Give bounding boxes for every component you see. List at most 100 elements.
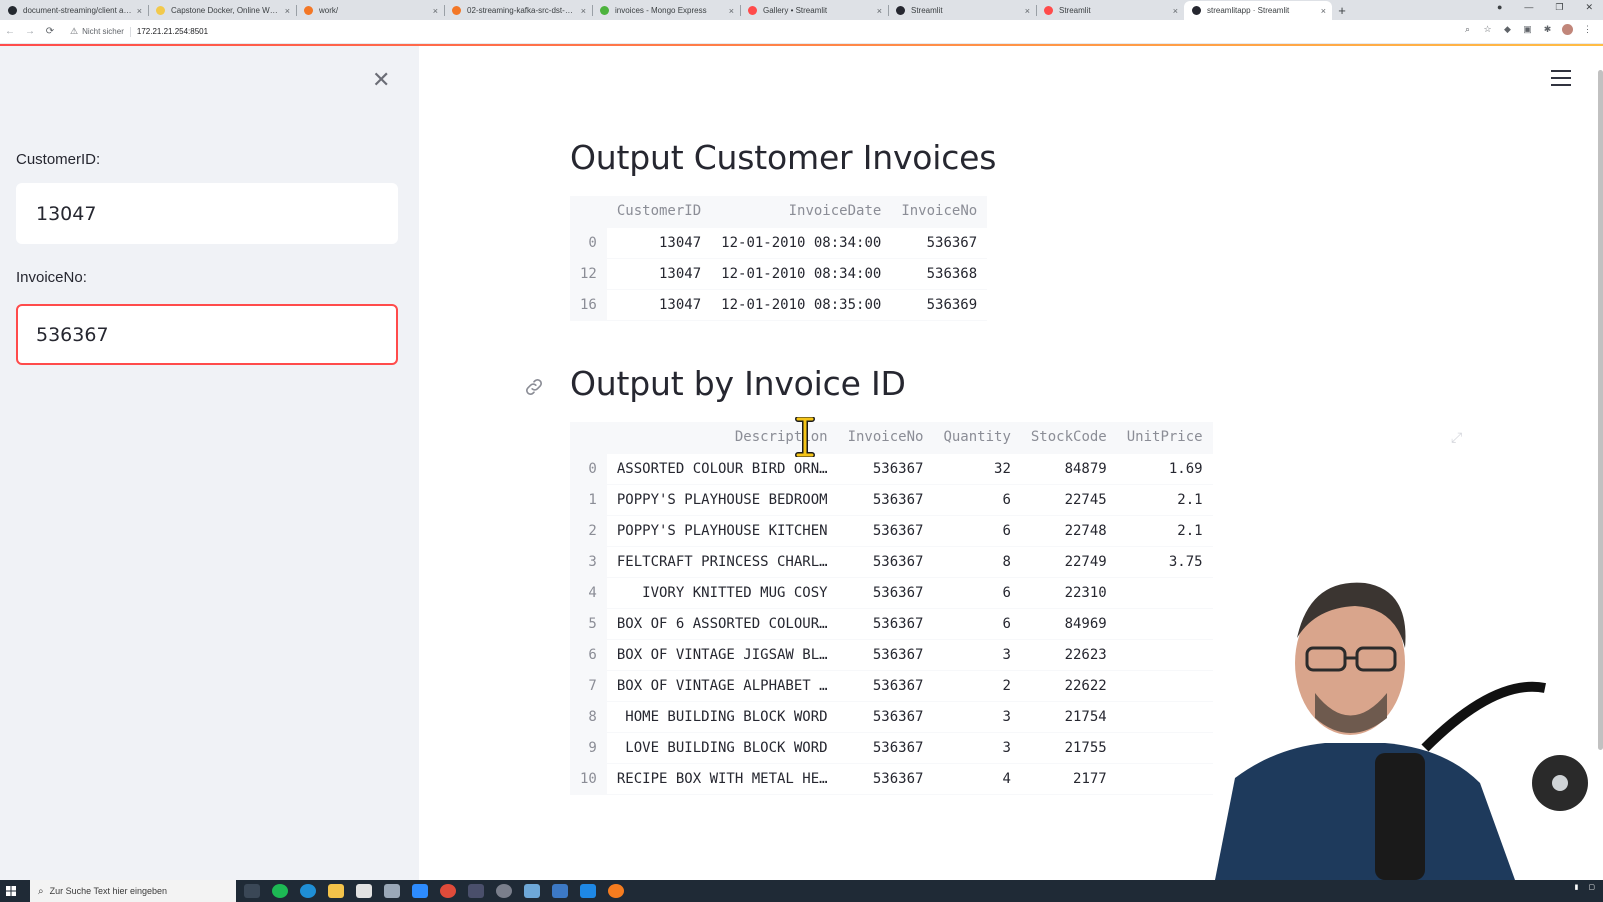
maximize-icon[interactable]: ❐ (1555, 2, 1563, 13)
table-cell[interactable]: BOX OF 6 ASSORTED COLOUR… (607, 608, 838, 639)
table-cell[interactable]: 536367 (838, 670, 934, 701)
powershell-icon[interactable] (552, 884, 568, 898)
terminal-icon[interactable] (468, 884, 484, 898)
table-cell[interactable]: FELTCRAFT PRINCESS CHARL… (607, 546, 838, 577)
table-cell[interactable]: 12-01-2010 08:34:00 (711, 258, 891, 289)
table-cell[interactable]: 84969 (1021, 608, 1117, 639)
table-cell[interactable]: 536367 (838, 608, 934, 639)
not-secure-label[interactable]: Nicht sicher (82, 27, 124, 36)
table-cell[interactable]: 22748 (1021, 515, 1117, 546)
table-row[interactable]: 1 POPPY'S PLAYHOUSE BEDROOM 536367 6 22745 2.… (570, 484, 1213, 515)
table-cell[interactable] (1117, 577, 1213, 608)
table-cell[interactable]: 13047 (607, 258, 711, 289)
warning-icon[interactable]: ⚠ (70, 26, 78, 37)
task-view-icon[interactable] (244, 884, 260, 898)
table-cell[interactable]: 21755 (1021, 732, 1117, 763)
app-icon[interactable] (608, 884, 624, 898)
table-cell[interactable]: BOX OF VINTAGE ALPHABET … (607, 670, 838, 701)
row-index[interactable]: 0 (570, 227, 607, 258)
column-header[interactable]: InvoiceNo (891, 196, 988, 227)
table-cell[interactable]: 536367 (838, 639, 934, 670)
profile-icon[interactable]: ● (1497, 2, 1502, 13)
close-window-icon[interactable]: ✕ (1585, 2, 1593, 13)
table-cell[interactable]: 12-01-2010 08:35:00 (711, 289, 891, 320)
taskbar-search[interactable]: ⌕ Zur Suche Text hier eingeben (30, 880, 236, 902)
remote-desktop-icon[interactable] (524, 884, 540, 898)
browser-tab[interactable]: Capstone Docker, Online Whitel × (148, 1, 296, 20)
table-cell[interactable]: 536367 (838, 515, 934, 546)
table-cell[interactable]: ASSORTED COLOUR BIRD ORN… (607, 453, 838, 484)
row-index[interactable]: 6 (570, 639, 607, 670)
row-index[interactable]: 9 (570, 732, 607, 763)
table-row[interactable]: 16 13047 12-01-2010 08:35:00 536369 (570, 289, 988, 320)
table-cell[interactable]: 536367 (838, 577, 934, 608)
back-icon[interactable]: ← (0, 26, 20, 37)
table-cell[interactable]: 22310 (1021, 577, 1117, 608)
table-cell[interactable]: 2.1 (1117, 484, 1213, 515)
row-index[interactable]: 4 (570, 577, 607, 608)
close-tab-icon[interactable]: × (137, 6, 142, 16)
table-cell[interactable]: IVORY KNITTED MUG COSY (607, 577, 838, 608)
column-header[interactable]: InvoiceNo (837, 422, 934, 453)
table-cell[interactable]: POPPY'S PLAYHOUSE KITCHEN (607, 515, 838, 546)
table-cell[interactable]: 3 (933, 701, 1020, 732)
file-explorer-icon[interactable] (328, 884, 344, 898)
close-tab-icon[interactable]: × (581, 6, 586, 16)
column-header[interactable] (570, 422, 607, 453)
user-avatar[interactable] (1562, 24, 1573, 35)
vscode-icon[interactable] (580, 884, 596, 898)
chrome-icon[interactable] (440, 884, 456, 898)
edge-icon[interactable] (300, 884, 316, 898)
table-cell[interactable]: 6 (933, 608, 1020, 639)
table-cell[interactable]: 22622 (1021, 670, 1117, 701)
table-cell[interactable]: 3 (933, 639, 1020, 670)
row-index[interactable]: 12 (570, 258, 607, 289)
table-row[interactable]: 9 LOVE BUILDING BLOCK WORD 536367 3 21755 (570, 732, 1213, 763)
new-tab-button[interactable]: + (1332, 1, 1352, 20)
column-header[interactable] (570, 196, 607, 227)
table-cell[interactable] (1117, 732, 1213, 763)
table-cell[interactable] (1117, 701, 1213, 732)
table-row[interactable]: 0 13047 12-01-2010 08:34:00 536367 (570, 227, 988, 258)
close-tab-icon[interactable]: × (1025, 6, 1030, 16)
table-cell[interactable]: 13047 (607, 289, 711, 320)
row-index[interactable]: 0 (570, 453, 607, 484)
invoice-no-input[interactable] (16, 304, 398, 365)
table-row[interactable]: 5 BOX OF 6 ASSORTED COLOUR… 536367 6 84969 (570, 608, 1213, 639)
table-cell[interactable]: 536367 (838, 701, 934, 732)
table-cell[interactable]: 21754 (1021, 701, 1117, 732)
spotify-icon[interactable] (272, 884, 288, 898)
main-menu-icon[interactable] (1551, 70, 1571, 86)
browser-tab[interactable]: Streamlit × (1036, 1, 1184, 20)
shield-icon[interactable]: ▣ (1522, 24, 1533, 35)
table-cell[interactable] (1117, 763, 1213, 794)
row-index[interactable]: 3 (570, 546, 607, 577)
table-cell[interactable]: 4 (933, 763, 1020, 794)
close-tab-icon[interactable]: × (285, 6, 290, 16)
windows-start-button[interactable] (0, 880, 22, 902)
mail-icon[interactable] (384, 884, 400, 898)
row-index[interactable]: 5 (570, 608, 607, 639)
table-cell[interactable]: 2177 (1021, 763, 1117, 794)
table-cell[interactable]: LOVE BUILDING BLOCK WORD (607, 732, 838, 763)
table-cell[interactable]: 536367 (838, 453, 934, 484)
table-cell[interactable]: 1.69 (1117, 453, 1213, 484)
url-field[interactable]: 172.21.21.254:8501 (137, 27, 208, 36)
row-index[interactable]: 8 (570, 701, 607, 732)
invoice-items-table[interactable]: Description InvoiceNo Quantity StockCode Uni… (570, 422, 1213, 795)
table-cell[interactable]: 8 (933, 546, 1020, 577)
table-cell[interactable] (1117, 670, 1213, 701)
table-cell[interactable]: 536367 (838, 546, 934, 577)
close-tab-icon[interactable]: × (433, 6, 438, 16)
table-cell[interactable]: 6 (933, 515, 1020, 546)
table-cell[interactable]: 536367 (838, 732, 934, 763)
close-tab-icon[interactable]: × (877, 6, 882, 16)
table-cell[interactable]: BOX OF VINTAGE JIGSAW BL… (607, 639, 838, 670)
browser-tab[interactable]: 02-streaming-kafka-src-dst-mon × (444, 1, 592, 20)
zoom-icon[interactable]: ⌕ (1462, 24, 1473, 35)
browser-tab[interactable]: Streamlit × (888, 1, 1036, 20)
table-cell[interactable]: 22749 (1021, 546, 1117, 577)
browser-tab[interactable]: work/ × (296, 1, 444, 20)
column-header[interactable]: CustomerID (606, 196, 712, 227)
reload-icon[interactable]: ⟳ (40, 26, 60, 37)
